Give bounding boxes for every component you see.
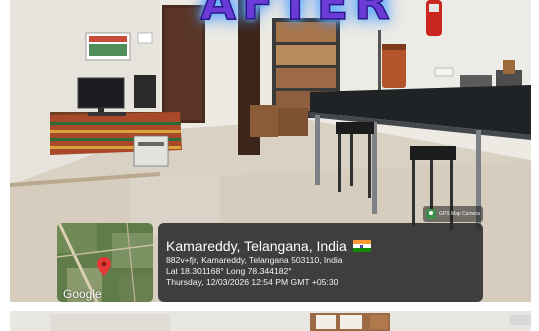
place-name: Kamareddy, Telangana, India	[166, 238, 347, 254]
india-flag-icon	[352, 240, 371, 252]
after-title: AFTER	[200, 0, 396, 30]
datetime-line: Thursday, 12/03/2026 12:54 PM GMT +05:30	[166, 277, 339, 287]
gps-badge-label: GPS Map Camera	[439, 211, 480, 217]
google-logo: Google	[63, 287, 102, 301]
location-info-panel: Kamareddy, Telangana, India 882v+fjr, Ka…	[158, 223, 483, 302]
gps-camera-badge: GPS Map Camera	[423, 206, 483, 222]
second-photo-strip	[10, 311, 531, 331]
gps-camera-icon	[426, 209, 436, 219]
coordinates-line: Lat 18.301168° Long 78.344182°	[166, 266, 292, 276]
map-thumbnail: Google	[57, 223, 153, 302]
location-title: Kamareddy, Telangana, India	[166, 237, 483, 255]
second-photo-scene	[10, 311, 531, 331]
address-line: 882v+fjr, Kamareddy, Telangana 503110, I…	[166, 255, 343, 265]
